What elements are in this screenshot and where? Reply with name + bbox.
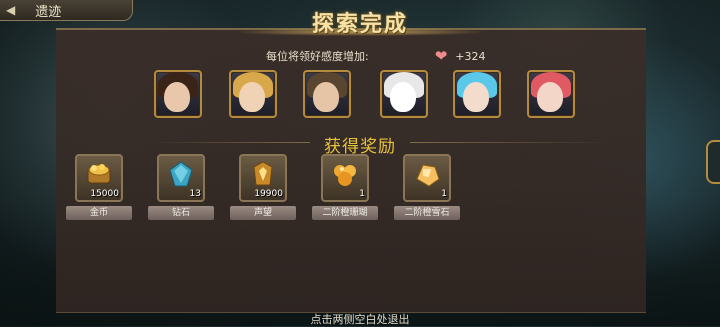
reward-item-count: 1 [441,189,447,199]
general-portrait[interactable] [453,70,501,118]
reward-item[interactable]: 19900 声望 [230,154,296,220]
reward-item-name: 金币 [66,206,132,220]
reward-item-box: 15000 [75,154,123,202]
back-button[interactable]: ◀ 遗迹 [0,0,133,21]
general-portrait[interactable] [380,70,428,118]
reward-item-count: 15000 [90,189,119,199]
orange-coral-icon [334,165,356,186]
gold-coin-icon [87,164,111,184]
reward-item-name: 钻石 [148,206,214,220]
portrait-face [537,82,563,112]
orange-snowstone-icon [416,164,440,187]
general-portrait[interactable] [154,70,202,118]
back-arrow-icon: ◀ [6,3,16,17]
back-tab-label: 遗迹 [35,4,62,20]
affinity-label: 每位将领好感度增加: [266,50,369,63]
portrait-face [313,82,339,112]
reward-item-box: 1 [403,154,451,202]
reward-item-count: 13 [189,189,201,199]
prestige-icon [253,161,273,186]
reward-item-count: 1 [359,189,365,199]
panel-title: 探索完成 [311,12,408,37]
portrait-face [390,82,416,112]
affinity-value: +324 [455,49,486,63]
exit-hint: 点击两侧空白处退出 [310,313,410,326]
portrait-face [164,82,190,112]
reward-item-name: 二阶橙珊瑚 [312,206,378,220]
general-portrait[interactable] [303,70,351,118]
reward-item[interactable]: 1 二阶橙珊瑚 [312,154,378,220]
reward-item-box: 1 [321,154,369,202]
affinity-row: 每位将领好感度增加: ❤ +324 [266,47,486,65]
portrait-face [239,82,265,112]
reward-item-count: 19900 [254,189,283,199]
reward-item[interactable]: 13 钻石 [148,154,214,220]
panel-title-wrap: 探索完成 [260,6,460,38]
reward-item[interactable]: 15000 金币 [66,154,132,220]
diamond-icon [169,161,193,187]
reward-item-box: 13 [157,154,205,202]
heart-icon: ❤ [434,47,448,65]
reward-item-box: 19900 [239,154,287,202]
reward-item[interactable]: 1 二阶橙雪石 [394,154,460,220]
general-portrait[interactable] [229,70,277,118]
general-portrait[interactable] [527,70,575,118]
reward-item-name: 声望 [230,206,296,220]
reward-item-name: 二阶橙雪石 [394,206,460,220]
portrait-face [463,82,489,112]
